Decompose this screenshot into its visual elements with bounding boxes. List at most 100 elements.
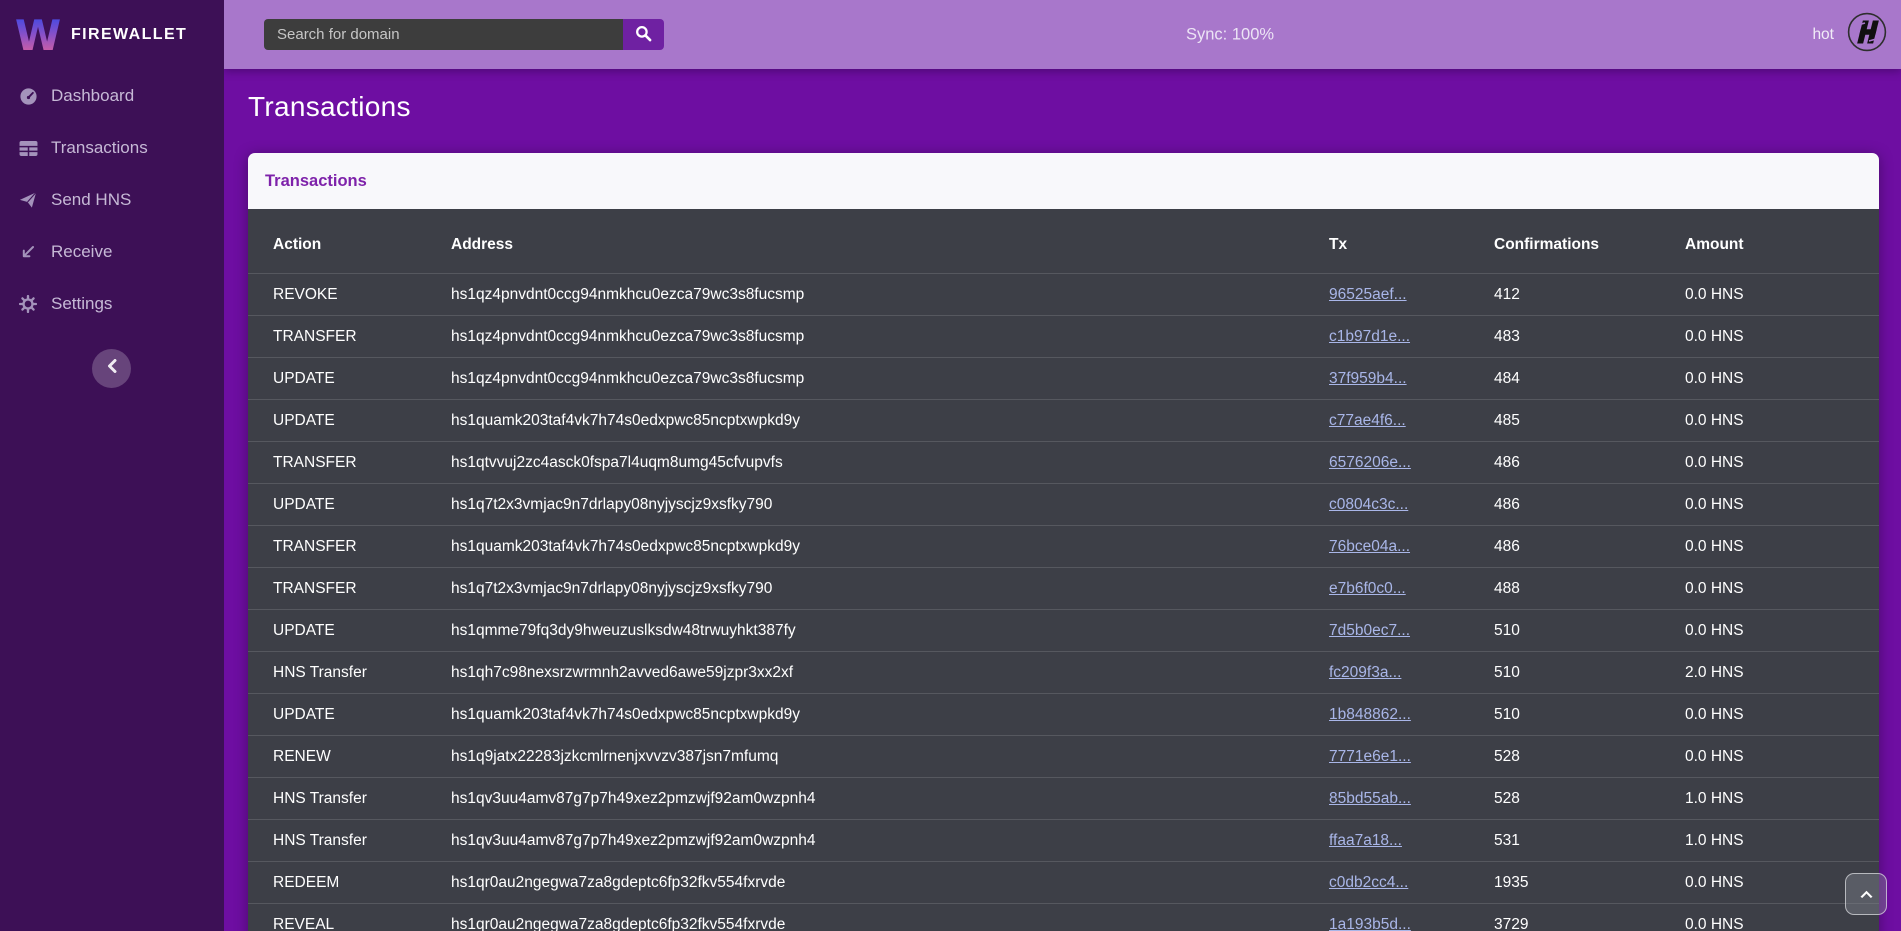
transactions-table-body: REVOKE hs1qz4pnvdnt0ccg94nmkhcu0ezca79wc… bbox=[248, 274, 1879, 931]
address-cell: hs1qz4pnvdnt0ccg94nmkhcu0ezca79wc3s8fucs… bbox=[451, 316, 1329, 358]
tx-link[interactable]: ffaa7a18... bbox=[1329, 832, 1402, 849]
address-cell: hs1q7t2x3vmjac9n7drlapy08nyjyscjz9xsfky7… bbox=[451, 568, 1329, 610]
address-cell: hs1quamk203taf4vk7h74s0edxpwc85ncptxwpkd… bbox=[451, 526, 1329, 568]
table-row: TRANSFER hs1q7t2x3vmjac9n7drlapy08nyjysc… bbox=[248, 568, 1879, 610]
tx-link[interactable]: c0804c3c... bbox=[1329, 496, 1408, 513]
amount-cell: 0.0 HNS bbox=[1685, 274, 1879, 316]
address-cell: hs1qh7c98nexsrzwrmnh2avved6awe59jzpr3xx2… bbox=[451, 652, 1329, 694]
table-row: HNS Transfer hs1qh7c98nexsrzwrmnh2avved6… bbox=[248, 652, 1879, 694]
confirmations-cell: 510 bbox=[1494, 610, 1685, 652]
send-icon bbox=[18, 191, 38, 209]
action-cell: HNS Transfer bbox=[248, 820, 451, 862]
table-row: RENEW hs1q9jatx22283jzkcmlrnenjxvvzv387j… bbox=[248, 736, 1879, 778]
amount-cell: 0.0 HNS bbox=[1685, 568, 1879, 610]
brand-header: W FIREWALLET bbox=[0, 0, 224, 69]
tx-link[interactable]: 76bce04a... bbox=[1329, 538, 1410, 555]
sidebar-item-label: Transactions bbox=[51, 138, 148, 158]
tx-link[interactable]: 1b848862... bbox=[1329, 706, 1411, 723]
amount-cell: 0.0 HNS bbox=[1685, 400, 1879, 442]
confirmations-cell: 528 bbox=[1494, 736, 1685, 778]
sidebar-collapse-button[interactable] bbox=[92, 349, 131, 388]
action-cell: UPDATE bbox=[248, 400, 451, 442]
action-cell: REDEEM bbox=[248, 862, 451, 904]
address-cell: hs1qv3uu4amv87g7p7h49xez2pmzwjf92am0wzpn… bbox=[451, 820, 1329, 862]
address-cell: hs1qmme79fq3dy9hweuzuslksdw48trwuyhkt387… bbox=[451, 610, 1329, 652]
confirmations-cell: 488 bbox=[1494, 568, 1685, 610]
confirmations-cell: 1935 bbox=[1494, 862, 1685, 904]
tx-link[interactable]: 7d5b0ec7... bbox=[1329, 622, 1410, 639]
card-title: Transactions bbox=[265, 172, 367, 191]
sidebar-nav: Dashboard Transactions Send HNS bbox=[0, 70, 224, 330]
address-cell: hs1qr0au2ngegwa7za8gdeptc6fp32fkv554fxrv… bbox=[451, 904, 1329, 931]
scroll-to-top-button[interactable] bbox=[1845, 873, 1887, 915]
tx-link[interactable]: 37f959b4... bbox=[1329, 370, 1407, 387]
table-row: REVOKE hs1qz4pnvdnt0ccg94nmkhcu0ezca79wc… bbox=[248, 274, 1879, 316]
settings-icon bbox=[18, 295, 38, 313]
confirmations-cell: 510 bbox=[1494, 652, 1685, 694]
table-row: UPDATE hs1qmme79fq3dy9hweuzuslksdw48trwu… bbox=[248, 610, 1879, 652]
tx-link[interactable]: c1b97d1e... bbox=[1329, 328, 1410, 345]
page-title: Transactions bbox=[248, 89, 1901, 125]
address-cell: hs1quamk203taf4vk7h74s0edxpwc85ncptxwpkd… bbox=[451, 400, 1329, 442]
sidebar-item-send-hns[interactable]: Send HNS bbox=[0, 174, 224, 226]
amount-cell: 0.0 HNS bbox=[1685, 526, 1879, 568]
tx-link[interactable]: c0db2cc4... bbox=[1329, 874, 1408, 891]
action-cell: UPDATE bbox=[248, 694, 451, 736]
confirmations-cell: 484 bbox=[1494, 358, 1685, 400]
card-header: Transactions bbox=[248, 153, 1879, 209]
confirmations-cell: 528 bbox=[1494, 778, 1685, 820]
table-row: HNS Transfer hs1qv3uu4amv87g7p7h49xez2pm… bbox=[248, 778, 1879, 820]
table-row: UPDATE hs1q7t2x3vmjac9n7drlapy08nyjyscjz… bbox=[248, 484, 1879, 526]
amount-cell: 0.0 HNS bbox=[1685, 358, 1879, 400]
address-cell: hs1qv3uu4amv87g7p7h49xez2pmzwjf92am0wzpn… bbox=[451, 778, 1329, 820]
search-button[interactable] bbox=[623, 19, 664, 50]
transactions-table-wrap: Action Address Tx Confirmations Amount R… bbox=[248, 209, 1879, 931]
domain-search-form bbox=[264, 19, 664, 50]
transactions-card: Transactions Action Address Tx Confirmat… bbox=[248, 153, 1879, 931]
search-input[interactable] bbox=[264, 19, 623, 50]
chevron-up-icon bbox=[1858, 885, 1875, 903]
tx-link[interactable]: 1a193b5d... bbox=[1329, 916, 1411, 931]
action-cell: RENEW bbox=[248, 736, 451, 778]
sidebar-item-dashboard[interactable]: Dashboard bbox=[0, 70, 224, 122]
confirmations-cell: 486 bbox=[1494, 442, 1685, 484]
confirmations-cell: 485 bbox=[1494, 400, 1685, 442]
amount-cell: 0.0 HNS bbox=[1685, 316, 1879, 358]
action-cell: UPDATE bbox=[248, 484, 451, 526]
table-row: TRANSFER hs1qz4pnvdnt0ccg94nmkhcu0ezca79… bbox=[248, 316, 1879, 358]
sidebar-item-receive[interactable]: Receive bbox=[0, 226, 224, 278]
main-content: Transactions Transactions Action Address… bbox=[224, 69, 1901, 931]
sidebar-item-transactions[interactable]: Transactions bbox=[0, 122, 224, 174]
column-header-action: Action bbox=[248, 209, 451, 274]
tx-link[interactable]: 96525aef... bbox=[1329, 286, 1407, 303]
tx-link[interactable]: e7b6f0c0... bbox=[1329, 580, 1406, 597]
receive-icon bbox=[18, 244, 38, 260]
table-row: REVEAL hs1qr0au2ngegwa7za8gdeptc6fp32fkv… bbox=[248, 904, 1879, 931]
sidebar-item-settings[interactable]: Settings bbox=[0, 278, 224, 330]
sidebar-item-label: Dashboard bbox=[51, 86, 134, 106]
address-cell: hs1qz4pnvdnt0ccg94nmkhcu0ezca79wc3s8fucs… bbox=[451, 274, 1329, 316]
sidebar-item-label: Receive bbox=[51, 242, 112, 262]
tx-link[interactable]: c77ae4f6... bbox=[1329, 412, 1406, 429]
wallet-indicator: hot bbox=[1812, 0, 1887, 69]
handshake-logo-icon[interactable] bbox=[1847, 12, 1887, 57]
confirmations-cell: 486 bbox=[1494, 526, 1685, 568]
table-header-row: Action Address Tx Confirmations Amount bbox=[248, 209, 1879, 274]
address-cell: hs1quamk203taf4vk7h74s0edxpwc85ncptxwpkd… bbox=[451, 694, 1329, 736]
tx-link[interactable]: 85bd55ab... bbox=[1329, 790, 1411, 807]
tx-link[interactable]: 6576206e... bbox=[1329, 454, 1411, 471]
chevron-left-icon bbox=[107, 359, 117, 378]
tx-link[interactable]: 7771e6e1... bbox=[1329, 748, 1411, 765]
amount-cell: 0.0 HNS bbox=[1685, 610, 1879, 652]
svg-text:W: W bbox=[16, 11, 60, 56]
amount-cell: 1.0 HNS bbox=[1685, 820, 1879, 862]
sidebar: W FIREWALLET Dashboard bbox=[0, 0, 224, 931]
address-cell: hs1qr0au2ngegwa7za8gdeptc6fp32fkv554fxrv… bbox=[451, 862, 1329, 904]
action-cell: REVEAL bbox=[248, 904, 451, 931]
address-cell: hs1q9jatx22283jzkcmlrnenjxvvzv387jsn7mfu… bbox=[451, 736, 1329, 778]
transactions-icon bbox=[18, 140, 38, 157]
transactions-table: Action Address Tx Confirmations Amount R… bbox=[248, 209, 1879, 931]
tx-link[interactable]: fc209f3a... bbox=[1329, 664, 1401, 681]
action-cell: TRANSFER bbox=[248, 568, 451, 610]
table-row: HNS Transfer hs1qv3uu4amv87g7p7h49xez2pm… bbox=[248, 820, 1879, 862]
